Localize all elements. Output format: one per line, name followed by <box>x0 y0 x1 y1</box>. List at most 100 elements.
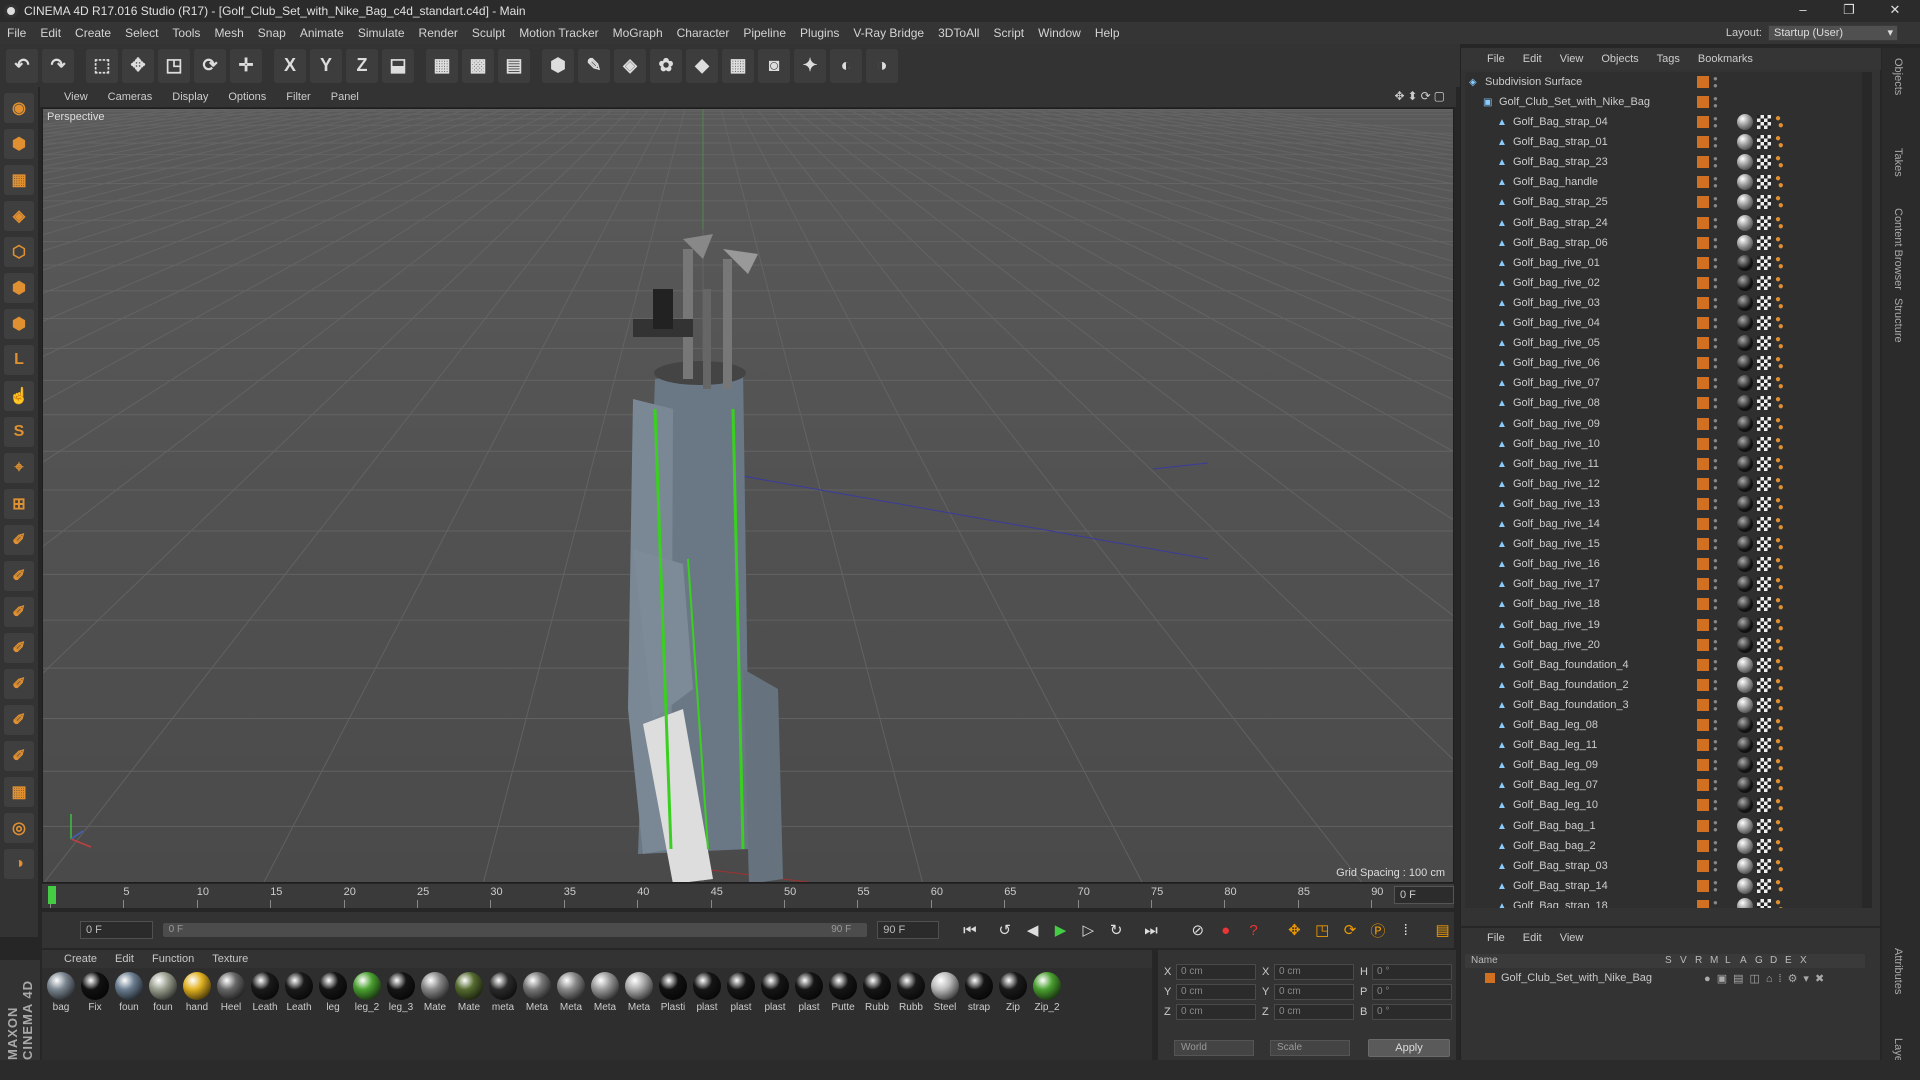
visibility-dots-icon[interactable]: ●● <box>1713 316 1719 331</box>
visibility-dots-icon[interactable]: ●● <box>1713 878 1719 893</box>
uvw-tag-icon[interactable] <box>1757 617 1771 632</box>
visibility-dots-icon[interactable]: ●● <box>1713 858 1719 873</box>
coord-value-field[interactable]: 0 cm <box>1176 964 1256 980</box>
layer-color-tag[interactable] <box>1697 397 1709 410</box>
layer-color-tag[interactable] <box>1697 497 1709 510</box>
vray-icon[interactable]: ◐ <box>830 48 862 83</box>
sculpt-pull-icon[interactable]: ✐ <box>4 561 34 591</box>
material-tag-icon[interactable] <box>1737 315 1753 331</box>
material-tag-icon[interactable] <box>1737 114 1753 130</box>
layer-color-tag[interactable] <box>1697 719 1709 731</box>
visibility-dots-icon[interactable]: ●● <box>1713 95 1719 110</box>
material-tag-icon[interactable] <box>1737 254 1753 271</box>
menu-tools[interactable]: Tools <box>165 26 207 40</box>
uvw-tag-icon[interactable] <box>1757 798 1771 813</box>
selection-tag-icon[interactable]: ● ● <box>1775 234 1787 251</box>
object-golf-bag-rive-08[interactable]: ▲ Golf_bag_rive_08 ● ● ● ● <box>1465 393 1867 413</box>
selection-tag-icon[interactable]: ● ● <box>1775 315 1787 332</box>
key-pla-icon[interactable]: ⁞ <box>1394 918 1417 942</box>
uvw-tag-icon[interactable] <box>1757 577 1771 592</box>
uvw-tag-icon[interactable] <box>1757 175 1771 190</box>
coord-value-field[interactable]: 0 cm <box>1274 964 1354 980</box>
play-icon[interactable]: ▶ <box>1049 918 1072 942</box>
layer-color-tag[interactable] <box>1697 879 1709 892</box>
key-scale-icon[interactable]: ◳ <box>1311 918 1334 942</box>
apply-button[interactable]: Apply <box>1368 1039 1450 1057</box>
layer-column-m[interactable]: M <box>1710 955 1718 966</box>
record-icon[interactable]: ● <box>1214 918 1237 942</box>
layer-color-tag[interactable] <box>1697 457 1709 470</box>
menu-window[interactable]: Window <box>1031 26 1088 40</box>
material-leath[interactable]: Leath <box>282 972 316 1060</box>
material-tag-icon[interactable] <box>1737 154 1753 171</box>
object-golf-bag-rive-05[interactable]: ▲ Golf_bag_rive_05 ● ● ● ● <box>1465 333 1867 353</box>
menu-pipeline[interactable]: Pipeline <box>736 26 793 40</box>
quantize-icon[interactable]: ⊞ <box>4 489 34 519</box>
object-golf-bag-leg-10[interactable]: ▲ Golf_Bag_leg_10 ● ● ● ● <box>1465 795 1867 815</box>
current-frame-field[interactable]: 0 F <box>1394 886 1454 904</box>
uvw-tag-icon[interactable] <box>1757 396 1771 411</box>
visibility-dots-icon[interactable]: ●● <box>1713 75 1719 90</box>
selection-tag-icon[interactable]: ● ● <box>1775 897 1787 908</box>
go-to-next-key-icon[interactable]: ↻ <box>1105 918 1128 942</box>
uvw-tag-icon[interactable] <box>1757 215 1771 230</box>
layer-color-tag[interactable] <box>1697 256 1709 269</box>
material-steel[interactable]: Steel <box>928 972 962 1060</box>
uvw-tag-icon[interactable] <box>1757 456 1771 471</box>
selection-tag-icon[interactable]: ● ● <box>1775 717 1787 734</box>
uvw-tag-icon[interactable] <box>1757 135 1771 150</box>
material-tag-icon[interactable] <box>1737 194 1753 211</box>
material-tag-icon[interactable] <box>1737 717 1753 733</box>
object-golf-bag-bag-2[interactable]: ▲ Golf_Bag_bag_2 ● ● ● ● <box>1465 836 1867 856</box>
side-tab-attributes[interactable]: Attributes <box>1892 948 1904 994</box>
close-button[interactable]: ✕ <box>1872 0 1918 22</box>
uvw-tag-icon[interactable] <box>1757 778 1771 793</box>
visibility-dots-icon[interactable]: ●● <box>1713 577 1719 592</box>
visibility-dots-icon[interactable]: ●● <box>1713 376 1719 391</box>
selection-tag-icon[interactable]: ● ● <box>1775 596 1787 613</box>
object-golf-bag-rive-19[interactable]: ▲ Golf_bag_rive_19 ● ● ● ● <box>1465 615 1867 635</box>
visibility-dots-icon[interactable]: ●● <box>1713 738 1719 753</box>
visibility-dots-icon[interactable]: ●● <box>1713 677 1719 692</box>
object-golf-bag-strap-25[interactable]: ▲ Golf_Bag_strap_25 ● ● ● ● <box>1465 192 1867 212</box>
redo-icon[interactable]: ↷ <box>42 48 74 83</box>
menu-snap[interactable]: Snap <box>251 26 293 40</box>
side-tab-takes[interactable]: Takes <box>1892 148 1904 177</box>
visibility-dots-icon[interactable]: ●● <box>1713 456 1719 471</box>
play-reverse-icon[interactable]: ◀ <box>1021 918 1044 942</box>
undo-icon[interactable]: ↶ <box>6 48 38 83</box>
menu-plugins[interactable]: Plugins <box>793 26 846 40</box>
uvw-tag-icon[interactable] <box>1757 537 1771 552</box>
layer-column-e[interactable]: E <box>1785 955 1792 966</box>
object-golf-bag-rive-14[interactable]: ▲ Golf_bag_rive_14 ● ● ● ● <box>1465 514 1867 534</box>
last-tool-icon[interactable]: ✛ <box>230 48 262 83</box>
step-forward-icon[interactable]: ▷ <box>1077 918 1100 942</box>
material-tag-icon[interactable] <box>1737 596 1753 613</box>
material-plast[interactable]: plast <box>690 972 724 1060</box>
layer-color-tag[interactable] <box>1697 437 1709 450</box>
material-leg[interactable]: leg <box>316 972 350 1060</box>
object-golf-bag-leg-09[interactable]: ▲ Golf_Bag_leg_09 ● ● ● ● <box>1465 755 1867 775</box>
layer-column-l[interactable]: L <box>1725 955 1731 966</box>
material-tag-icon[interactable] <box>1737 134 1753 151</box>
sculpt-inflate-icon[interactable]: ✐ <box>4 633 34 663</box>
selection-tag-icon[interactable]: ● ● <box>1775 676 1787 693</box>
rotate-icon[interactable]: ⟳ <box>194 48 226 83</box>
layer-color-tag[interactable] <box>1697 799 1709 812</box>
layer-color-tag[interactable] <box>1697 658 1709 671</box>
menu-character[interactable]: Character <box>670 26 737 40</box>
selection-tag-icon[interactable]: ● ● <box>1775 395 1787 412</box>
layer-menu-file[interactable]: File <box>1487 932 1505 944</box>
timeline-window-icon[interactable]: ▤ <box>1431 918 1454 942</box>
object-golf-bag-rive-18[interactable]: ▲ Golf_bag_rive_18 ● ● ● ● <box>1465 594 1867 614</box>
menu-animate[interactable]: Animate <box>293 26 351 40</box>
coord-value-field[interactable]: 0 ° <box>1372 964 1452 980</box>
uvw-tag-icon[interactable] <box>1757 697 1771 712</box>
material-tag-icon[interactable] <box>1737 696 1753 713</box>
uvw-tag-icon[interactable] <box>1757 275 1771 290</box>
layer-color-tag[interactable] <box>1697 759 1709 772</box>
layer-column-r[interactable]: R <box>1695 955 1702 966</box>
selection-tag-icon[interactable]: ● ● <box>1775 797 1787 814</box>
material-foun[interactable]: foun <box>112 972 146 1060</box>
visibility-dots-icon[interactable]: ●● <box>1713 275 1719 290</box>
